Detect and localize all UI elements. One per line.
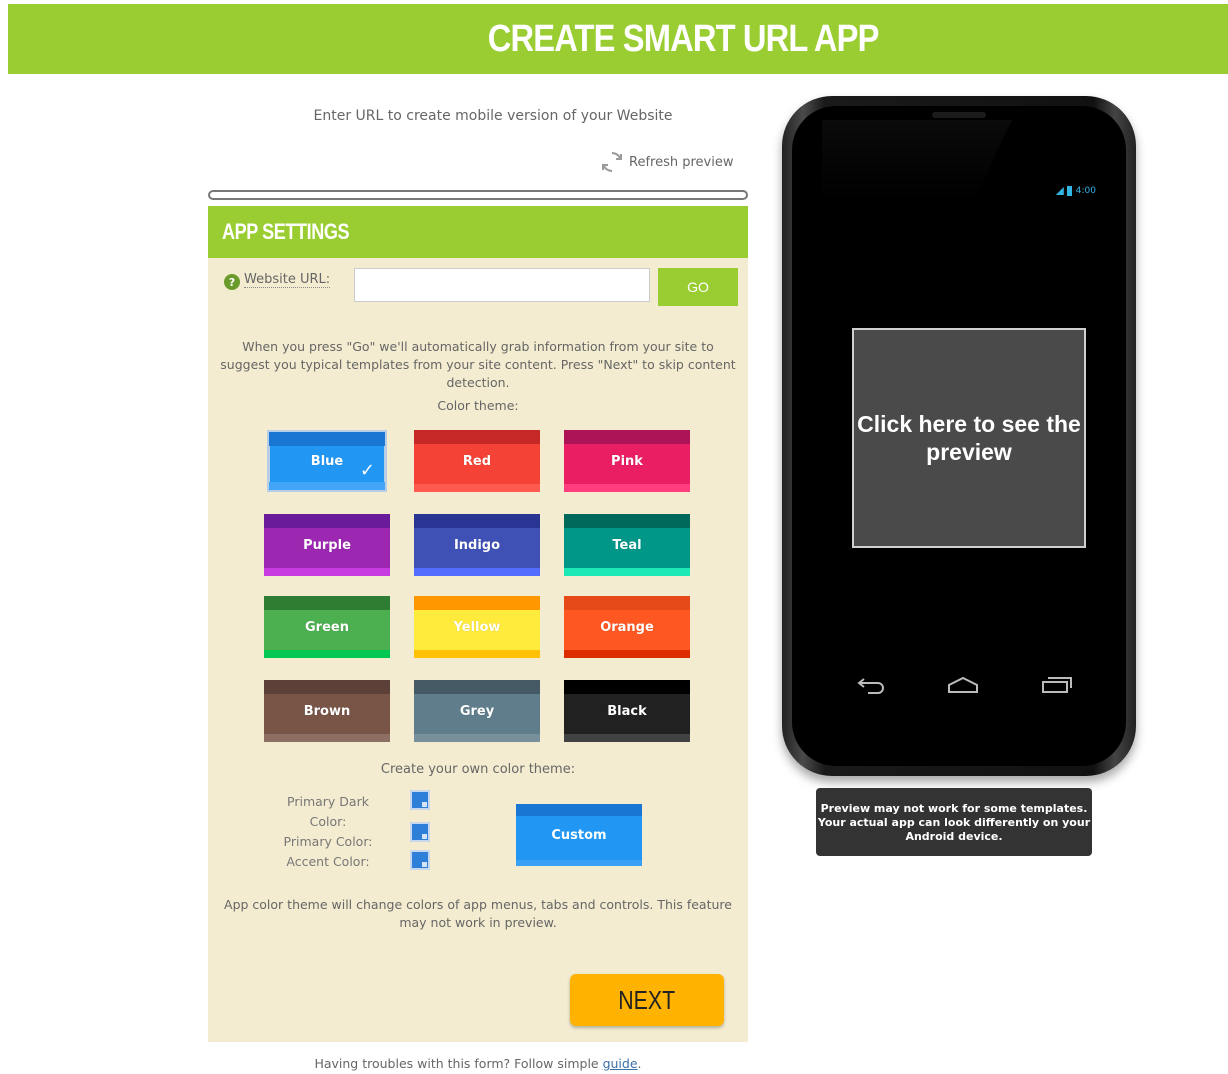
accent-color-picker[interactable] [410,850,430,870]
status-time: 4:00 [1075,186,1096,196]
theme-swatch-label: Brown [303,703,351,719]
signal-icon [1055,187,1064,195]
next-label: NEXT [618,984,676,1015]
theme-swatch-label: Teal [612,537,642,553]
help-icon[interactable]: ? [224,274,240,290]
theme-swatch-label: Green [305,619,349,635]
go-button[interactable]: GO [658,268,738,306]
website-url-input[interactable] [354,268,650,302]
refresh-label: Refresh preview [629,154,734,170]
screen-glare [822,120,1012,200]
theme-swatch-label: Red [462,453,492,469]
custom-theme-swatch[interactable]: Custom [516,804,642,866]
theme-swatch-black[interactable]: Black [564,680,690,742]
app-settings-panel: APP SETTINGS ? Website URL: GO When you … [208,206,748,1042]
home-icon[interactable] [946,676,980,694]
phone-mockup: 4:00 Click here to see the preview [782,96,1136,776]
refresh-preview-link[interactable]: Refresh preview [600,150,733,174]
theme-note: App color theme will change colors of ap… [224,897,732,930]
color-theme-label: Color theme: [437,398,519,413]
footer-text: Having troubles with this form? Follow s… [314,1056,603,1071]
phone-screen: 4:00 Click here to see the preview [792,106,1126,766]
footer-help: Having troubles with this form? Follow s… [208,1056,748,1071]
refresh-icon [602,151,622,173]
preview-button[interactable]: Click here to see the preview [852,328,1086,548]
battery-icon [1066,186,1072,196]
theme-swatch-label: Orange [600,619,654,635]
primary-dark-color-label: Primary Dark Color: [287,794,369,829]
footer-suffix: . [637,1056,642,1071]
primary-color-label: Primary Color: [283,834,373,849]
theme-swatch-pink[interactable]: Pink [564,430,690,492]
page-header: CREATE SMART URL APP [8,4,1228,74]
guide-link[interactable]: guide [603,1056,638,1071]
theme-swatch-purple[interactable]: Purple [264,514,390,576]
phone-speaker [932,112,986,118]
preview-text: Click here to see the preview [857,411,1081,465]
panel-title: APP SETTINGS [222,219,350,244]
theme-swatch-red[interactable]: Red [414,430,540,492]
back-icon[interactable] [856,676,886,694]
preview-warning: Preview may not work for some templates.… [816,788,1092,856]
next-button[interactable]: NEXT [570,974,724,1026]
theme-swatch-label: Black [607,703,647,719]
accent-color-label: Accent Color: [286,854,370,869]
page-title: CREATE SMART URL APP [487,17,880,60]
theme-swatch-label: Blue [310,453,344,469]
theme-swatch-yellow[interactable]: Yellow [414,596,540,658]
panel-header: APP SETTINGS [208,206,748,258]
detection-description: When you press "Go" we'll automatically … [220,339,736,390]
theme-swatch-label: Grey [459,703,495,719]
theme-swatch-label: Indigo [453,537,501,553]
theme-swatch-teal[interactable]: Teal [564,514,690,576]
url-row: ? Website URL: GO [222,268,738,308]
status-bar: 4:00 [1055,186,1096,196]
theme-swatch-blue[interactable]: Blue ✓ [267,430,387,492]
primary-dark-color-picker[interactable] [410,790,430,810]
theme-swatch-orange[interactable]: Orange [564,596,690,658]
progress-bar [208,190,748,200]
theme-swatch-label: Yellow [453,619,501,635]
theme-swatch-label: Purple [303,537,351,553]
custom-theme-label: Custom [551,827,607,843]
own-theme-label: Create your own color theme: [380,762,576,777]
theme-swatch-green[interactable]: Green [264,596,390,658]
intro-text: Enter URL to create mobile version of yo… [313,108,673,124]
website-url-label: Website URL: [244,272,331,288]
checkmark-icon: ✓ [359,460,375,481]
theme-swatch-indigo[interactable]: Indigo [414,514,540,576]
recent-apps-icon[interactable] [1040,676,1074,694]
primary-color-picker[interactable] [410,822,430,842]
theme-swatch-label: Pink [611,453,643,469]
theme-swatch-grey[interactable]: Grey [414,680,540,742]
theme-swatch-brown[interactable]: Brown [264,680,390,742]
